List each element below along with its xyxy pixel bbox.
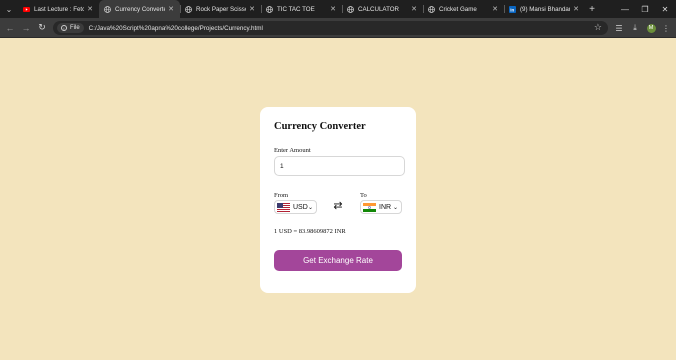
from-currency-code: USD bbox=[293, 203, 308, 211]
bookmark-star-icon[interactable]: ☆ bbox=[594, 22, 602, 33]
page-title: Currency Converter bbox=[274, 121, 366, 132]
from-label: From bbox=[274, 192, 289, 199]
close-window-icon[interactable]: ✕ bbox=[654, 0, 676, 18]
maximize-icon[interactable]: ❐ bbox=[634, 0, 656, 18]
tab-label: TIC TAC TOE bbox=[277, 5, 315, 13]
close-tab-icon[interactable]: ✕ bbox=[167, 5, 175, 13]
get-exchange-rate-button[interactable]: Get Exchange Rate bbox=[274, 250, 402, 271]
amount-label: Enter Amount bbox=[274, 147, 311, 154]
info-icon: i bbox=[61, 25, 67, 31]
converter-card: Currency Converter Enter Amount From USD… bbox=[260, 107, 416, 293]
tab-label: Currency Converter bbox=[115, 5, 165, 13]
site-info-label: File bbox=[70, 25, 80, 31]
browser-tab[interactable]: Last Lecture : Fetch /✕ bbox=[18, 0, 99, 18]
tab-search-icon[interactable]: ⌄ bbox=[0, 0, 18, 18]
us-flag-icon bbox=[277, 202, 290, 212]
globe-icon bbox=[347, 5, 354, 13]
tab-label: (9) Mansi Bhandari | bbox=[520, 5, 570, 13]
close-tab-icon[interactable]: ✕ bbox=[410, 5, 418, 13]
tab-label: Rock Paper Scissors bbox=[196, 5, 246, 13]
close-tab-icon[interactable]: ✕ bbox=[491, 5, 499, 13]
india-flag-icon bbox=[363, 202, 376, 212]
browser-tab[interactable]: Rock Paper Scissors✕ bbox=[180, 0, 261, 18]
browser-tab[interactable]: in (9) Mansi Bhandari |✕ bbox=[504, 0, 585, 18]
linkedin-icon: in bbox=[509, 5, 516, 13]
site-info-chip[interactable]: i File bbox=[57, 23, 84, 33]
tab-label: Last Lecture : Fetch / bbox=[34, 5, 84, 13]
tab-label: Cricket Game bbox=[439, 5, 477, 13]
forward-icon[interactable]: → bbox=[18, 18, 34, 38]
close-tab-icon[interactable]: ✕ bbox=[329, 5, 337, 13]
from-currency-select[interactable]: USD ⌄ bbox=[274, 200, 317, 214]
browser-tab[interactable]: Cricket Game ✕ bbox=[423, 0, 504, 18]
amount-input[interactable] bbox=[274, 156, 405, 176]
globe-icon bbox=[185, 5, 192, 13]
browser-tab[interactable]: CALCULATOR ✕ bbox=[342, 0, 423, 18]
swap-arrows-icon[interactable]: ⇄ bbox=[333, 199, 343, 213]
chevron-down-icon: ⌄ bbox=[307, 204, 313, 211]
close-tab-icon[interactable]: ✕ bbox=[572, 5, 580, 13]
tab-strip: ⌄ Last Lecture : Fetch /✕Currency Conver… bbox=[0, 0, 676, 18]
tab-list: Last Lecture : Fetch /✕Currency Converte… bbox=[18, 0, 585, 18]
youtube-icon bbox=[23, 6, 30, 13]
chevron-down-icon: ⌄ bbox=[392, 204, 398, 211]
to-currency-select[interactable]: INR ⌄ bbox=[360, 200, 402, 214]
to-label: To bbox=[360, 192, 367, 199]
browser-tab[interactable]: Currency Converter ✕ bbox=[99, 0, 180, 18]
globe-icon bbox=[104, 5, 111, 13]
browser-tab[interactable]: TIC TAC TOE ✕ bbox=[261, 0, 342, 18]
globe-icon bbox=[428, 5, 435, 13]
url-text[interactable]: C:/Java%20Script%20apna%20college/Projec… bbox=[89, 25, 263, 32]
close-tab-icon[interactable]: ✕ bbox=[86, 5, 94, 13]
tab-label: CALCULATOR bbox=[358, 5, 400, 13]
address-bar[interactable]: i File C:/Java%20Script%20apna%20college… bbox=[53, 21, 608, 35]
menu-kebab-icon[interactable]: ⋮ bbox=[658, 18, 674, 38]
svg-text:in: in bbox=[510, 7, 514, 12]
reading-list-icon[interactable]: ☰ bbox=[611, 18, 627, 38]
minimize-icon[interactable]: — bbox=[614, 0, 636, 18]
exchange-result: 1 USD = 83.98609872 INR bbox=[274, 228, 346, 235]
back-icon[interactable]: ← bbox=[2, 18, 18, 38]
avatar: M bbox=[646, 23, 656, 33]
profile-avatar[interactable]: M bbox=[643, 18, 659, 38]
globe-icon bbox=[266, 5, 273, 13]
close-tab-icon[interactable]: ✕ bbox=[248, 5, 256, 13]
download-icon[interactable]: ⤓ bbox=[627, 18, 643, 38]
new-tab-button[interactable]: + bbox=[585, 0, 599, 18]
reload-icon[interactable]: ↻ bbox=[34, 18, 50, 38]
browser-toolbar: ← → ↻ i File C:/Java%20Script%20apna%20c… bbox=[0, 18, 676, 38]
to-currency-code: INR bbox=[379, 203, 392, 211]
